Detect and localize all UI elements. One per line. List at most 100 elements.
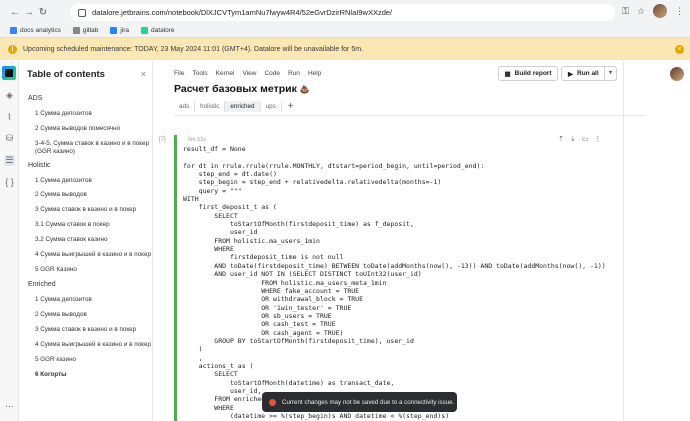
cell-execution-count: [7] xyxy=(159,137,166,143)
close-icon[interactable]: × xyxy=(675,45,684,54)
code-line: AND user_id NOT IN (SELECT DISTINCT toUI… xyxy=(183,270,422,279)
site-info-icon[interactable] xyxy=(78,8,86,17)
address-bar[interactable]: datalore.jetbrains.com/notebook/DlXJCVTy… xyxy=(70,4,615,21)
bookmarks-bar: docs analytics gitlab jira datalore xyxy=(0,24,690,38)
back-arrow-icon[interactable]: ← xyxy=(8,7,22,18)
toc-item[interactable]: 3 Сумма ставок в казино и в покер xyxy=(35,326,136,333)
toc-item[interactable]: 4 Сумма выигрышей в казино и в покер xyxy=(35,251,151,258)
cell-toolbar: ⇡ ⇣ ▭ ⋮ xyxy=(558,135,601,143)
menu-help[interactable]: Help xyxy=(308,70,321,77)
layers-icon[interactable]: ◈ xyxy=(4,90,15,101)
menu-bar: File Tools Kernel View Code Run Help xyxy=(174,70,321,77)
menu-view[interactable]: View xyxy=(242,70,256,77)
browser-toolbar: ← → ↻ datalore.jetbrains.com/notebook/Dl… xyxy=(0,0,690,24)
move-up-icon[interactable]: ⇡ xyxy=(558,135,564,143)
toc-item[interactable]: (GGR казино) xyxy=(35,148,75,155)
collaborator-avatar[interactable] xyxy=(670,67,684,81)
menu-run[interactable]: Run xyxy=(288,70,300,77)
code-line: WHERE xyxy=(183,245,234,254)
menu-code[interactable]: Code xyxy=(264,70,280,77)
toc-item[interactable]: 2 Сумма выводов помесячно xyxy=(35,125,120,132)
run-all-button[interactable]: ▶ Run all ▾ xyxy=(561,66,617,81)
attachment-icon[interactable]: ⌇ xyxy=(4,112,15,123)
database-icon[interactable]: ⛁ xyxy=(4,133,15,144)
notebook-area: File Tools Kernel View Code Run Help Рас… xyxy=(153,61,690,421)
reload-icon[interactable]: ↻ xyxy=(36,7,50,18)
banner-text: Upcoming scheduled maintenance: TODAY, 2… xyxy=(23,45,364,53)
toc-item[interactable]: 2 Сумма выводов xyxy=(35,311,87,318)
add-tab-icon[interactable]: + xyxy=(288,101,294,112)
forward-arrow-icon[interactable]: → xyxy=(22,7,36,18)
toc-heading[interactable]: Holistic xyxy=(28,162,51,169)
key-icon[interactable]: ⚿ xyxy=(622,6,629,17)
toc-item[interactable]: 4 Сумма выигрышей в казино и в покер xyxy=(35,341,151,348)
connectivity-toast: Current changes may not be saved due to … xyxy=(262,392,457,412)
code-line: WHERE fake_account = TRUE xyxy=(183,286,360,295)
bookmark-label: jira xyxy=(120,27,130,34)
code-line: AND toDate(firstdeposit_time) BETWEEN to… xyxy=(183,261,606,270)
bookmark-label: datalore xyxy=(151,27,175,34)
toc-item[interactable]: 1 Сумма депозитов xyxy=(35,110,92,117)
more-icon[interactable]: ⋯ xyxy=(4,401,15,412)
notebook-title-text: Расчет базовых метрик xyxy=(174,83,297,95)
code-line: OR withdrawal_block = TRUE xyxy=(183,295,364,304)
datalore-logo[interactable] xyxy=(2,66,16,80)
tab-ups[interactable]: ups xyxy=(261,101,282,112)
code-line: actions_t as ( xyxy=(183,361,254,370)
tab-enriched[interactable]: enriched xyxy=(225,101,261,112)
notebook-title[interactable]: Расчет базовых метрик 💩 xyxy=(174,83,310,95)
cell-execution-time: 6m 51s xyxy=(188,137,207,143)
menu-tools[interactable]: Tools xyxy=(192,70,207,77)
move-down-icon[interactable]: ⇣ xyxy=(570,135,576,143)
toc-item[interactable]: 3.1 Сумма ставок в покер xyxy=(35,221,110,228)
left-icon-rail: ◈ ⌇ ⛁ ☰ { } ⋯ xyxy=(0,61,19,421)
toc-item[interactable]: 3 Сумма ставок в казино и в покер xyxy=(35,206,136,213)
bookmark-label: docs analytics xyxy=(20,27,61,34)
toc-item[interactable]: 5 GGR Казино xyxy=(35,266,77,273)
menu-file[interactable]: File xyxy=(174,70,184,77)
code-line: SELECT xyxy=(183,211,238,220)
code-line: toStartOfMonth(firstdeposit_time) as f_d… xyxy=(183,220,414,229)
table-of-contents-panel: Table of contents × ADS 1 Сумма депозито… xyxy=(19,61,153,421)
toc-item-active[interactable]: 6 Когорты xyxy=(35,371,67,378)
tab-ads[interactable]: ads xyxy=(174,101,196,112)
sheet-tabs: ads holistic enriched ups + xyxy=(174,101,294,112)
code-line: user_id xyxy=(183,228,258,237)
bookmark-datalore[interactable]: datalore xyxy=(141,27,175,34)
comment-icon[interactable]: ▭ xyxy=(582,135,589,143)
toc-item[interactable]: 2 Сумма выводов xyxy=(35,191,87,198)
build-report-label: Build report xyxy=(514,70,552,77)
bookmark-gitlab[interactable]: gitlab xyxy=(72,27,98,34)
profile-avatar[interactable] xyxy=(653,4,667,18)
toc-item[interactable]: 3-4-5. Сумма ставок в казино и в покер xyxy=(35,140,149,147)
code-line: step_end = dt.date() xyxy=(183,170,277,179)
toc-item[interactable]: 3.2 Сумма ставок казино xyxy=(35,236,108,243)
error-icon xyxy=(269,398,276,406)
toc-heading[interactable]: ADS xyxy=(28,95,42,102)
star-icon[interactable]: ☆ xyxy=(637,6,645,17)
table-of-contents-icon[interactable]: ☰ xyxy=(4,155,15,166)
toc-item[interactable]: 1 Сумма депозитов xyxy=(35,296,92,303)
build-report-button[interactable]: ▦ Build report xyxy=(498,66,558,81)
code-editor[interactable]: result_df = None for dt in rrule.rrule(r… xyxy=(183,145,606,420)
kebab-menu-icon[interactable]: ⋮ xyxy=(675,6,684,17)
close-icon[interactable]: × xyxy=(141,69,146,79)
code-line: (datetime >= %(step_begin)s AND datetime… xyxy=(183,412,450,420)
divider xyxy=(623,61,624,421)
play-icon: ▶ xyxy=(568,70,573,78)
toc-item[interactable]: 1 Сумма депозитов xyxy=(35,177,92,184)
chevron-down-icon[interactable]: ▾ xyxy=(604,67,616,80)
code-line: toStartOfMonth(datetime) as transact_dat… xyxy=(183,378,395,387)
bookmark-docs-analytics[interactable]: docs analytics xyxy=(10,27,61,34)
run-all-label: Run all xyxy=(577,70,599,77)
toast-text: Current changes may not be saved due to … xyxy=(282,398,455,406)
tab-holistic[interactable]: holistic xyxy=(195,101,226,112)
variables-icon[interactable]: { } xyxy=(4,177,15,188)
code-line: OR cash_test = TRUE xyxy=(183,320,336,329)
code-line: for dt in rrule.rrule(rrule.MONTHLY, dts… xyxy=(183,161,485,170)
cell-menu-icon[interactable]: ⋮ xyxy=(594,135,601,143)
bookmark-jira[interactable]: jira xyxy=(110,27,129,34)
toc-item[interactable]: 5 GGR казино xyxy=(35,356,76,363)
menu-kernel[interactable]: Kernel xyxy=(216,70,235,77)
toc-heading[interactable]: Enriched xyxy=(28,281,56,288)
